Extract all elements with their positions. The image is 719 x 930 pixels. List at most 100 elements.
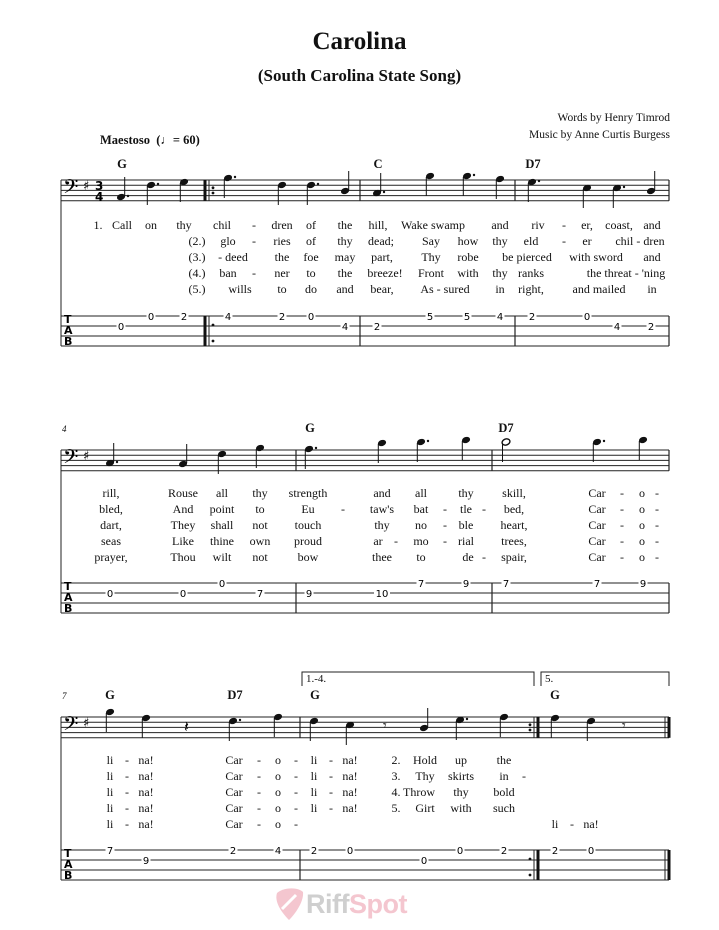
lyric-hyphen: - bbox=[570, 817, 574, 831]
lyric-syllable: Car bbox=[225, 753, 243, 767]
riffspot-watermark: Riff Spot bbox=[272, 887, 407, 921]
lyric-syllable: li bbox=[551, 817, 559, 831]
lyric-syllable: wilt bbox=[212, 550, 232, 564]
lyric-hyphen: - bbox=[620, 486, 624, 500]
lyric-hyphen: - bbox=[125, 801, 129, 815]
lyric-hyphen: - bbox=[329, 769, 333, 783]
lyric-syllable: 4. bbox=[391, 785, 401, 799]
volta-bracket bbox=[540, 671, 670, 686]
lyric-syllable: point bbox=[209, 502, 235, 516]
lyric-syllable: li bbox=[310, 753, 318, 767]
lyric-hyphen: - bbox=[443, 518, 447, 532]
repeat-dot bbox=[211, 191, 215, 195]
lyric-hyphen: - bbox=[655, 502, 659, 516]
lyric-syllable: in bbox=[495, 282, 505, 296]
lyric-hyphen: - bbox=[655, 486, 659, 500]
lyric-syllable: not bbox=[252, 518, 268, 532]
chord-symbol: D7 bbox=[498, 421, 514, 435]
lyric-hyphen: - bbox=[257, 801, 261, 815]
note-dot bbox=[314, 446, 318, 450]
repeat-dot bbox=[528, 728, 532, 732]
volta-label: 1.-4. bbox=[306, 673, 327, 685]
tab-fret-number: 0 bbox=[588, 846, 594, 857]
lyric-syllable: Car bbox=[225, 801, 243, 815]
tab-fret-number: 0 bbox=[180, 589, 186, 600]
lyric-syllable: li bbox=[106, 785, 114, 799]
lyric-syllable: o bbox=[275, 785, 281, 799]
chord-symbol: G bbox=[305, 421, 315, 435]
lyric-syllable: Hold bbox=[413, 753, 437, 767]
note-dot bbox=[465, 717, 469, 721]
lyric-hyphen: - bbox=[252, 218, 256, 232]
lyric-syllable: li bbox=[106, 817, 114, 831]
lyric-hyphen: - bbox=[252, 266, 256, 280]
chord-symbol: G bbox=[105, 688, 115, 702]
lyric-hyphen: - bbox=[257, 785, 261, 799]
note-dot bbox=[126, 194, 130, 198]
lyric-hyphen: - bbox=[655, 550, 659, 564]
lyric-syllable: rial bbox=[458, 534, 474, 548]
lyric-hyphen: - bbox=[294, 769, 298, 783]
lyric-syllable: with bbox=[457, 266, 479, 280]
lyric-syllable: Thy bbox=[415, 769, 435, 783]
lyric-syllable: spair, bbox=[501, 550, 527, 564]
lyric-syllable: and bbox=[373, 486, 391, 500]
repeat-dot bbox=[211, 186, 215, 190]
lyric-syllable: bled, bbox=[99, 502, 123, 516]
lyric-syllable: chil - dren bbox=[615, 234, 665, 248]
lyric-syllable: na! bbox=[342, 769, 358, 783]
lyric-syllable: Thou bbox=[170, 550, 196, 564]
lyric-hyphen: - bbox=[329, 801, 333, 815]
lyric-syllable: of bbox=[306, 234, 316, 248]
tab-label-b: B bbox=[64, 335, 72, 348]
lyric-syllable: right, bbox=[518, 282, 544, 296]
lyric-syllable: Say bbox=[422, 234, 440, 248]
lyric-syllable: thy bbox=[337, 234, 353, 248]
lyric-syllable: thy bbox=[492, 266, 508, 280]
time-signature-bottom: 4 bbox=[95, 190, 103, 204]
lyric-syllable: bold bbox=[493, 785, 515, 799]
eighth-rest-icon: 𝄾 bbox=[622, 718, 626, 734]
measure-number: 7 bbox=[62, 691, 67, 701]
lyric-syllable: ries bbox=[273, 234, 291, 248]
lyric-syllable: proud bbox=[294, 534, 322, 548]
lyric-syllable: breeze! bbox=[367, 266, 403, 280]
lyric-syllable: - deed bbox=[218, 250, 248, 264]
lyric-syllable: na! bbox=[138, 753, 154, 767]
lyric-syllable: o bbox=[275, 801, 281, 815]
guitar-pick-icon bbox=[276, 888, 304, 920]
lyric-syllable: ranks bbox=[518, 266, 544, 280]
key-signature-sharp-icon: ♯ bbox=[83, 179, 89, 194]
repeat-dot bbox=[528, 873, 532, 877]
lyric-syllable: thine bbox=[210, 534, 234, 548]
lyric-syllable: Wake swamp bbox=[400, 218, 466, 232]
tab-fret-number: 7 bbox=[594, 579, 600, 590]
lyric-hyphen: - bbox=[620, 534, 624, 548]
repeat-dot bbox=[211, 339, 215, 343]
note-dot bbox=[382, 190, 386, 194]
lyric-syllable: and bbox=[336, 282, 354, 296]
lyric-syllable: li bbox=[106, 753, 114, 767]
lyric-hyphen: - bbox=[482, 502, 486, 516]
lyric-syllable: trees, bbox=[501, 534, 527, 548]
lyric-syllable: of bbox=[306, 218, 316, 232]
lyric-syllable: tle bbox=[460, 502, 472, 516]
lyric-syllable: er bbox=[582, 234, 592, 248]
note-dot bbox=[426, 439, 430, 443]
lyric-syllable: o bbox=[275, 769, 281, 783]
lyric-syllable: de bbox=[462, 550, 474, 564]
lyric-syllable: na! bbox=[138, 817, 154, 831]
lyric-syllable: chil bbox=[213, 218, 231, 232]
lyric-syllable: eld bbox=[523, 234, 539, 248]
lyric-syllable: strength bbox=[288, 486, 328, 500]
lyric-syllable: the bbox=[274, 250, 290, 264]
lyric-syllable: the bbox=[337, 266, 353, 280]
lyric-syllable: li bbox=[106, 801, 114, 815]
lyric-syllable: o bbox=[275, 753, 281, 767]
lyric-syllable: li bbox=[310, 769, 318, 783]
tab-fret-number: 2 bbox=[648, 322, 654, 333]
tab-fret-number: 4 bbox=[614, 322, 620, 333]
quarter-rest-icon: 𝄽 bbox=[184, 717, 189, 736]
bass-clef-icon: 𝄢 bbox=[63, 445, 78, 473]
tab-fret-number: 2 bbox=[311, 846, 317, 857]
